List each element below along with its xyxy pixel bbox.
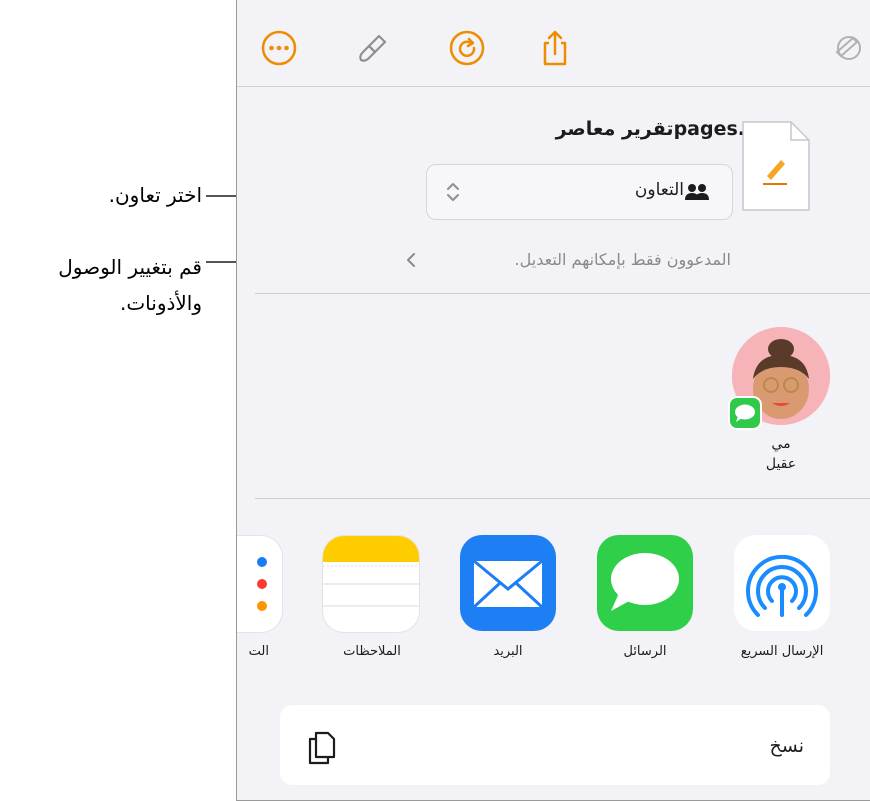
copy-icon — [308, 731, 336, 765]
reminders-label: الت — [248, 644, 269, 659]
chevron-updown-icon — [447, 183, 459, 201]
format-brush-icon — [359, 34, 387, 62]
access-permissions-link[interactable]: المدعوون فقط بإمكانهم التعديل. — [515, 250, 731, 269]
annotation-change-access: قم بتغيير الوصول والأذونات. — [58, 249, 202, 321]
divider — [255, 498, 870, 499]
messages-icon — [611, 553, 679, 611]
messages-badge — [728, 396, 762, 430]
mail-icon — [472, 559, 544, 609]
ipad-screen: .pagesتقرير معاصر التعاون المدعوون فقط ب… — [236, 0, 870, 801]
share-button[interactable] — [535, 28, 575, 68]
contact-first-name: مي — [771, 436, 791, 452]
more-icon — [261, 30, 297, 66]
collaboration-mode-selector[interactable]: التعاون — [426, 164, 733, 220]
copy-action[interactable]: نسخ — [280, 705, 830, 785]
annotation-choose-collab: اختر تعاون. — [108, 183, 202, 207]
collaborate-icon — [835, 36, 861, 60]
more-button[interactable] — [259, 28, 299, 68]
chevron-left-icon[interactable] — [406, 252, 416, 268]
annotation-line-2: والأذونات. — [119, 291, 202, 315]
undo-button[interactable] — [447, 28, 487, 68]
airdrop-label: الإرسال السريع — [740, 644, 824, 659]
undo-icon — [449, 30, 485, 66]
mail-label: البريد — [493, 644, 523, 659]
people-icon — [685, 184, 709, 200]
reminders-app[interactable] — [237, 535, 283, 633]
messages-label: الرسائل — [623, 644, 667, 659]
share-icon — [543, 30, 567, 66]
format-button[interactable] — [353, 28, 393, 68]
pages-document-icon — [741, 120, 811, 212]
toolbar — [237, 0, 870, 87]
copy-label: نسخ — [769, 735, 804, 757]
airdrop-app[interactable] — [734, 535, 830, 631]
contact-last-name: عقيل — [765, 456, 797, 472]
notes-label: الملاحظات — [343, 644, 401, 659]
mail-app[interactable] — [460, 535, 556, 631]
collaboration-header: .pagesتقرير معاصر التعاون المدعوون فقط ب… — [255, 94, 855, 294]
notes-icon — [323, 536, 419, 607]
divider — [255, 293, 870, 294]
collaboration-mode-label: التعاون — [634, 180, 684, 200]
notes-app[interactable] — [322, 535, 420, 633]
messages-app[interactable] — [597, 535, 693, 631]
reminders-icon — [255, 555, 269, 613]
document-title: .pagesتقرير معاصر — [555, 118, 745, 140]
collaborate-button[interactable] — [827, 28, 867, 68]
annotation-line-1: قم بتغيير الوصول — [58, 255, 202, 279]
airdrop-icon — [746, 555, 818, 617]
